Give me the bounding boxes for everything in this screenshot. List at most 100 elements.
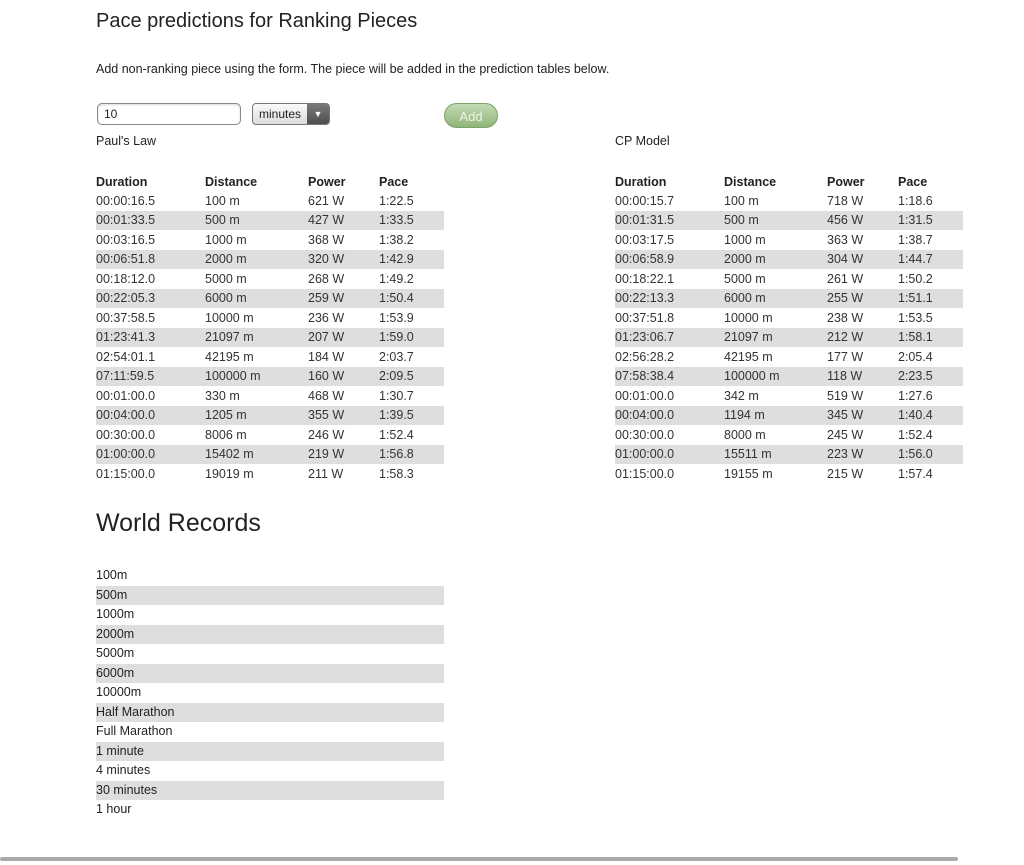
table-row: 01:15:00.0 19019 m 211 W 1:58.3: [96, 464, 444, 484]
duration-cell: 00:06:58.9: [615, 249, 724, 269]
duration-cell: 07:11:59.5: [96, 366, 205, 386]
duration-cell: 00:01:00.0: [96, 388, 156, 403]
column-header-duration: Duration: [615, 174, 667, 189]
table-row: 00:01:00.0 342 m 519 W 1:27.6: [615, 386, 963, 406]
world-record-item: Full Marathon: [96, 724, 173, 738]
distance-cell: 5000 m: [205, 271, 247, 286]
chevron-down-icon[interactable]: ▼: [307, 104, 329, 124]
duration-cell: 00:04:00.0: [96, 405, 205, 425]
distance-cell: 42195 m: [724, 349, 773, 364]
intro-text: Add non-ranking piece using the form. Th…: [96, 62, 610, 76]
duration-cell: 00:30:00.0: [615, 427, 675, 442]
table-row: 00:30:00.0 8000 m 245 W 1:52.4: [615, 425, 963, 445]
pauls-law-table: Duration Distance Power Pace 00:00:16.5 100 …: [96, 172, 444, 484]
duration-cell: 00:01:00.0: [615, 388, 675, 403]
distance-cell: 6000 m: [205, 288, 308, 308]
power-cell: 368 W: [308, 232, 345, 247]
unit-select-value: minutes: [259, 107, 302, 121]
power-cell: 261 W: [827, 271, 864, 286]
power-cell: 345 W: [827, 405, 898, 425]
distance-cell: 15511 m: [724, 444, 827, 464]
table-row: 00:01:31.5 500 m 456 W 1:31.5: [615, 210, 963, 230]
table-row: 00:04:00.0 1194 m 345 W 1:40.4: [615, 405, 963, 425]
power-cell: 219 W: [308, 444, 379, 464]
duration-cell: 00:37:58.5: [96, 310, 156, 325]
distance-cell: 1000 m: [205, 232, 247, 247]
distance-cell: 1194 m: [724, 405, 827, 425]
table-row: 00:37:51.8 10000 m 238 W 1:53.5: [615, 308, 963, 328]
pace-cell: 1:52.4: [898, 427, 933, 442]
pace-cell: 1:52.4: [379, 427, 414, 442]
power-cell: 456 W: [827, 210, 898, 230]
table-header-row: Duration Distance Power Pace: [615, 172, 963, 191]
world-record-item: 10000m: [96, 685, 142, 699]
distance-cell: 19155 m: [724, 466, 773, 481]
pace-cell: 1:58.1: [898, 327, 963, 347]
distance-cell: 500 m: [205, 210, 308, 230]
duration-cell: 01:23:06.7: [615, 327, 724, 347]
add-button[interactable]: Add: [444, 103, 498, 128]
horizontal-scrollbar[interactable]: [0, 857, 958, 861]
world-record-item: Half Marathon: [96, 702, 444, 722]
column-header-pace: Pace: [379, 174, 409, 189]
table-row: 00:37:58.5 10000 m 236 W 1:53.9: [96, 308, 444, 328]
power-cell: 118 W: [827, 366, 898, 386]
pace-cell: 2:05.4: [898, 349, 933, 364]
pace-cell: 1:56.0: [898, 444, 963, 464]
power-cell: 215 W: [827, 466, 864, 481]
duration-cell: 01:00:00.0: [96, 444, 205, 464]
power-cell: 207 W: [308, 327, 379, 347]
unit-select[interactable]: minutes ▼: [252, 103, 330, 125]
world-record-item: 5000m: [96, 646, 135, 660]
pace-cell: 2:23.5: [898, 366, 963, 386]
duration-cell: 00:03:16.5: [96, 232, 156, 247]
power-cell: 519 W: [827, 388, 864, 403]
table-row: 01:00:00.0 15402 m 219 W 1:56.8: [96, 444, 444, 464]
table-row: 07:58:38.4 100000 m 118 W 2:23.5: [615, 366, 963, 386]
duration-cell: 00:00:16.5: [96, 193, 156, 208]
power-cell: 212 W: [827, 327, 898, 347]
duration-cell: 00:01:33.5: [96, 210, 205, 230]
duration-cell: 00:06:51.8: [96, 249, 205, 269]
pace-cell: 1:58.3: [379, 466, 414, 481]
pace-cell: 1:39.5: [379, 405, 444, 425]
power-cell: 255 W: [827, 288, 898, 308]
power-cell: 245 W: [827, 427, 864, 442]
pace-cell: 1:59.0: [379, 327, 444, 347]
distance-cell: 1000 m: [724, 232, 766, 247]
table-row: 00:04:00.0 1205 m 355 W 1:39.5: [96, 405, 444, 425]
pace-cell: 1:30.7: [379, 388, 414, 403]
world-records-title: World Records: [96, 509, 261, 537]
duration-cell: 00:18:22.1: [615, 271, 675, 286]
world-record-item: 1 minute: [96, 741, 444, 761]
pace-cell: 1:22.5: [379, 193, 414, 208]
world-record-item: 4 minutes: [96, 763, 151, 777]
power-cell: 223 W: [827, 444, 898, 464]
column-header-duration: Duration: [96, 174, 148, 189]
power-cell: 468 W: [308, 388, 345, 403]
world-record-item: 30 minutes: [96, 780, 444, 800]
pace-cell: 1:38.2: [379, 232, 414, 247]
column-header-pace: Pace: [898, 174, 928, 189]
distance-cell: 2000 m: [724, 249, 827, 269]
distance-cell: 100 m: [724, 193, 759, 208]
world-record-item: 2000m: [96, 624, 444, 644]
pace-cell: 1:57.4: [898, 466, 933, 481]
duration-cell: 01:23:41.3: [96, 327, 205, 347]
table-row: 01:23:41.3 21097 m 207 W 1:59.0: [96, 327, 444, 347]
duration-cell: 02:54:01.1: [96, 349, 156, 364]
pace-cell: 1:40.4: [898, 405, 963, 425]
power-cell: 211 W: [308, 466, 344, 481]
cp-model-table: Duration Distance Power Pace 00:00:15.7 100 …: [615, 172, 963, 484]
pace-cell: 1:42.9: [379, 249, 444, 269]
distance-cell: 8006 m: [205, 427, 247, 442]
duration-input[interactable]: [97, 103, 241, 125]
distance-cell: 8000 m: [724, 427, 766, 442]
column-header-power: Power: [827, 174, 865, 189]
table-row: 00:01:33.5 500 m 427 W 1:33.5: [96, 210, 444, 230]
column-header-power: Power: [308, 174, 346, 189]
distance-cell: 10000 m: [724, 310, 773, 325]
table-row: 01:23:06.7 21097 m 212 W 1:58.1: [615, 327, 963, 347]
table-row: 01:15:00.0 19155 m 215 W 1:57.4: [615, 464, 963, 484]
pace-cell: 1:50.2: [898, 271, 933, 286]
